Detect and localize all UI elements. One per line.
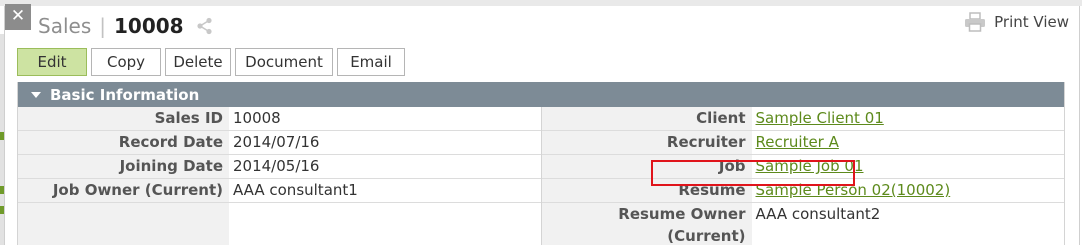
field-label: Record Date [118,133,223,151]
print-view-label: Print View [994,13,1069,31]
section-title: Basic Information [50,85,200,104]
field-value: AAA consultant1 [233,181,358,199]
field-row-sales-id: Sales ID 10008 [18,107,541,131]
field-label: Job Owner (Current) [52,181,223,199]
field-row-resume-owner: Resume Owner (Current) AAA consultant2 [542,203,1065,247]
recruiter-link[interactable]: Recruiter A [756,133,839,151]
job-link[interactable]: Sample Job 01 [756,157,864,175]
field-label: Joining Date [119,157,223,175]
field-label: Resume Owner (Current) [618,205,746,245]
close-icon[interactable]: ✕ [5,4,31,30]
field-row-job: Job Sample Job 01 [541,155,1064,179]
right-field-column: Client Sample Client 01 Recruiter Recrui… [540,107,1065,247]
action-toolbar: Edit Copy Delete Document Email [17,48,409,76]
field-label: Job [718,157,746,175]
email-button[interactable]: Email [337,48,405,76]
module-name: Sales [38,14,92,38]
copy-button[interactable]: Copy [91,48,161,76]
field-value: 2014/07/16 [233,133,320,151]
field-row-joining-date: Joining Date 2014/05/16 [18,155,541,179]
caret-down-icon [31,91,41,98]
record-detail-dialog: ✕ Sales | 10008 Print View Edit Copy Del… [4,4,1080,245]
printer-icon [965,12,986,32]
left-field-column: Sales ID 10008 Record Date 2014/07/16 Jo… [18,107,541,245]
field-row-recruiter: Recruiter Recruiter A [541,131,1064,155]
section-header[interactable]: Basic Information [18,82,1064,107]
record-id: 10008 [113,14,184,38]
print-view-button[interactable]: Print View [964,12,1069,32]
delete-button[interactable]: Delete [165,48,231,76]
edit-button[interactable]: Edit [17,48,87,76]
field-row-job-owner: Job Owner (Current) AAA consultant1 [18,179,541,203]
field-value: 10008 [233,109,281,127]
client-link[interactable]: Sample Client 01 [756,109,884,127]
field-label: Resume [678,181,746,199]
field-row-resume: Resume Sample Person 02(10002) [541,179,1064,203]
resume-link[interactable]: Sample Person 02(10002) [756,181,951,199]
field-label: Sales ID [154,109,223,127]
title-separator: | [99,14,106,38]
field-row-record-date: Record Date 2014/07/16 [18,131,541,155]
field-value: AAA consultant2 [755,205,881,223]
dialog-title: Sales | 10008 [38,12,214,40]
field-label: Client [696,109,746,127]
basic-information-section: Basic Information Sales ID 10008 Record … [17,82,1065,245]
field-label: Recruiter [666,133,746,151]
field-value: 2014/05/16 [233,157,320,175]
document-button[interactable]: Document [235,48,333,76]
share-icon[interactable] [196,17,214,35]
field-row-client: Client Sample Client 01 [541,107,1064,131]
